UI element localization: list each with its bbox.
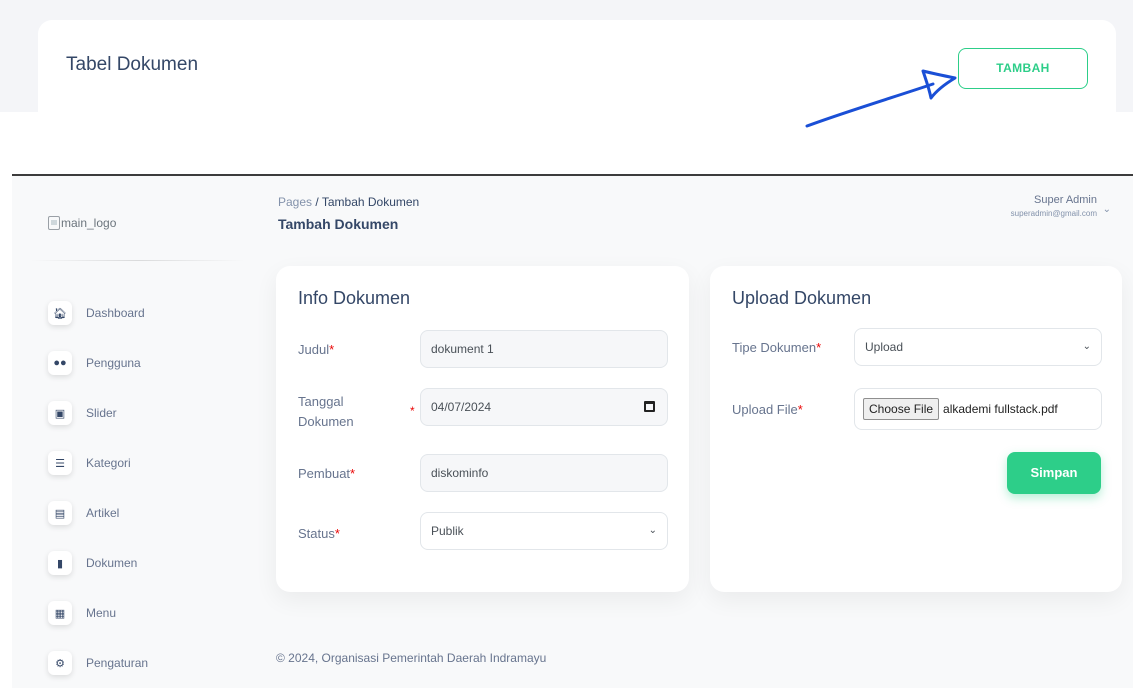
sidebar-item-label: Artikel	[86, 506, 120, 520]
breadcrumb-separator: /	[315, 195, 319, 209]
info-dokumen-card: Info Dokumen Judul* dokument 1 Tanggal D…	[276, 266, 689, 592]
user-menu[interactable]: Super Admin superadmin@gmail.com	[1011, 194, 1097, 218]
pembuat-label-text: Pembuat	[298, 466, 351, 481]
user-name: Super Admin	[1034, 194, 1097, 206]
chevron-down-icon: ⌄	[648, 525, 657, 536]
pembuat-label: Pembuat*	[298, 464, 355, 484]
tipe-dokumen-select[interactable]: Upload ⌄	[854, 328, 1102, 366]
judul-label-text: Judul	[298, 342, 330, 357]
upload-dokumen-card: Upload Dokumen Tipe Dokumen* Upload ⌄ Up…	[710, 266, 1122, 592]
selected-file-name: alkademi fullstack.pdf	[943, 402, 1058, 416]
tipe-dokumen-value: Upload	[865, 340, 904, 354]
sidebar-divider	[30, 260, 245, 261]
sidebar-item-dokumen[interactable]: ▮ Dokumen	[48, 538, 148, 588]
sidebar: main_logo 🏠︎ Dashboard ●● Pengguna ▣ Sli…	[12, 176, 262, 688]
status-label-text: Status	[298, 526, 335, 541]
judul-label: Judul*	[298, 340, 334, 360]
upload-file-input[interactable]: Choose File alkademi fullstack.pdf	[854, 388, 1102, 430]
chevron-down-icon[interactable]: ⌄	[1103, 204, 1111, 215]
sidebar-item-label: Menu	[86, 606, 117, 620]
main-logo[interactable]: main_logo	[48, 216, 116, 230]
tanggal-label: Tanggal Dokumen	[298, 394, 354, 429]
tanggal-date-input[interactable]: 04/07/2024	[420, 388, 668, 426]
add-document-button[interactable]: TAMBAH	[958, 48, 1088, 89]
annotation-arrow-icon	[805, 69, 957, 128]
status-value: Publik	[431, 524, 464, 538]
sidebar-item-label: Dokumen	[86, 556, 138, 570]
sidebar-item-artikel[interactable]: ▤ Artikel	[48, 488, 148, 538]
home-icon: 🏠︎	[48, 301, 72, 325]
status-select[interactable]: Publik ⌄	[420, 512, 668, 550]
sidebar-item-label: Pengaturan	[86, 656, 149, 670]
article-icon: ▤	[48, 501, 72, 525]
sidebar-item-dashboard[interactable]: 🏠︎ Dashboard	[48, 288, 148, 338]
chevron-down-icon: ⌄	[1082, 341, 1091, 352]
gears-icon: ⚙	[48, 651, 72, 675]
breadcrumb: Pages / Tambah Dokumen	[278, 195, 419, 209]
image-icon: ▣	[48, 401, 72, 425]
judul-input[interactable]: dokument 1	[420, 330, 668, 368]
sidebar-item-slider[interactable]: ▣ Slider	[48, 388, 148, 438]
sidebar-nav: 🏠︎ Dashboard ●● Pengguna ▣ Slider ☰ Kate…	[48, 288, 148, 688]
breadcrumb-root[interactable]: Pages	[278, 195, 312, 209]
list-icon: ☰	[48, 451, 72, 475]
sidebar-item-pengaturan[interactable]: ⚙ Pengaturan	[48, 638, 148, 688]
sidebar-item-label: Kategori	[86, 456, 131, 470]
sidebar-item-pengguna[interactable]: ●● Pengguna	[48, 338, 148, 388]
info-card-title: Info Dokumen	[298, 288, 411, 308]
footer-copyright: © 2024, Organisasi Pemerintah Daerah Ind…	[276, 651, 547, 665]
required-mark: *	[350, 466, 356, 481]
sidebar-item-kategori[interactable]: ☰ Kategori	[48, 438, 148, 488]
required-mark: *	[797, 402, 803, 417]
save-button[interactable]: Simpan	[1007, 452, 1101, 494]
document-table-title: Tabel Dokumen	[66, 54, 199, 75]
choose-file-button[interactable]: Choose File	[863, 398, 940, 420]
required-mark: *	[410, 404, 415, 418]
status-label: Status*	[298, 524, 340, 544]
add-document-page: main_logo 🏠︎ Dashboard ●● Pengguna ▣ Sli…	[12, 176, 1133, 688]
required-mark: *	[816, 340, 822, 355]
sidebar-item-label: Slider	[86, 406, 117, 420]
sidebar-item-label: Dashboard	[86, 306, 145, 320]
sidebar-item-menu[interactable]: ▦ Menu	[48, 588, 148, 638]
document-icon: ▮	[48, 551, 72, 575]
tipe-dokumen-label: Tipe Dokumen*	[732, 338, 821, 358]
tipe-dokumen-label-text: Tipe Dokumen	[732, 340, 817, 355]
page-title: Tambah Dokumen	[278, 216, 399, 232]
upload-card-title: Upload Dokumen	[732, 288, 872, 308]
tanggal-value: 04/07/2024	[431, 400, 492, 414]
users-icon: ●●	[48, 351, 72, 375]
required-mark: *	[329, 342, 335, 357]
upload-file-label: Upload File*	[732, 400, 803, 420]
required-mark: *	[334, 526, 340, 541]
user-email: superadmin@gmail.com	[1010, 209, 1097, 218]
pembuat-input[interactable]: diskominfo	[420, 454, 668, 492]
sidebar-item-label: Pengguna	[86, 356, 141, 370]
broken-image-icon	[48, 216, 60, 230]
calendar-icon[interactable]	[644, 401, 655, 412]
upload-file-label-text: Upload File	[732, 402, 798, 417]
breadcrumb-current: Tambah Dokumen	[321, 195, 420, 209]
menu-icon: ▦	[48, 601, 72, 625]
main-logo-alt-text: main_logo	[61, 216, 117, 230]
